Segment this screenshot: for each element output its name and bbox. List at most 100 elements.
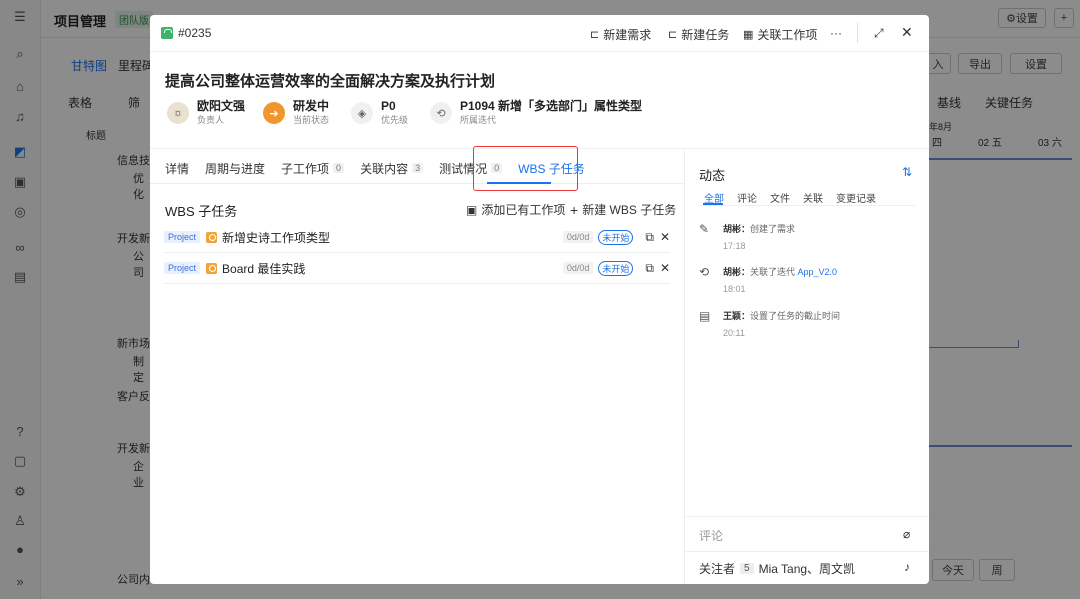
work-item-id: #0235 [161, 26, 211, 40]
assignee-field[interactable]: ☼ 欧阳文强负责人 [167, 99, 245, 127]
calendar-icon: ▤ [699, 309, 711, 323]
link-item-icon: ▦ [743, 29, 754, 41]
activity-title: 动态 [699, 168, 726, 183]
bell-icon[interactable]: ♪ [904, 560, 910, 574]
status-value: 研发中 [293, 99, 330, 113]
followers-names: Mia Tang、周文凯 [758, 562, 856, 576]
list-item[interactable]: Project 新增史诗工作项类型 0d/0d 未开始 ⧉ ✕ [164, 222, 670, 253]
followers-count: 5 [740, 563, 754, 574]
log-time: 20:11 [723, 328, 745, 338]
log-text: 关联了迭代 [750, 267, 798, 277]
log-time: 17:18 [723, 241, 746, 251]
new-requirement-button[interactable]: ⊏ 新建需求 [590, 26, 651, 43]
link-work-item-button[interactable]: ▦ 关联工作项 [743, 26, 817, 43]
activity-log-item: ✎ 胡彬：创建了需求 17:18 [699, 222, 795, 251]
tab-count: 0 [333, 163, 345, 173]
avatar: ☼ [167, 102, 189, 124]
subtab-comments[interactable]: 评论 [737, 190, 757, 205]
open-external-icon[interactable]: ⧉ [645, 230, 654, 245]
duration-badge: 0d/0d [562, 231, 594, 243]
attachment-icon[interactable]: ⌀ [903, 527, 910, 541]
comment-divider [685, 516, 929, 517]
status-label: 当前状态 [293, 115, 330, 125]
more-button[interactable]: ··· [830, 26, 842, 40]
tab-label: 周期与进度 [205, 161, 266, 176]
plus-icon: + [570, 201, 579, 218]
subtab-links[interactable]: 关联 [803, 190, 823, 205]
tab-related[interactable]: 关联内容 3 [360, 160, 424, 177]
panel-divider [684, 148, 685, 584]
work-item-id-text: #0235 [178, 26, 212, 40]
assignee-label: 负责人 [197, 115, 225, 125]
status-badge[interactable]: 未开始 [598, 229, 634, 245]
project-tag: Project [164, 231, 201, 243]
task-type-icon [206, 231, 218, 243]
tab-highlight-box [473, 146, 578, 191]
tab-sub-items[interactable]: 子工作项 0 [281, 160, 345, 177]
comment-input[interactable]: 评论 [699, 527, 723, 544]
open-external-icon[interactable]: ⧉ [645, 261, 654, 276]
iteration-label: 所属迭代 [460, 115, 497, 125]
item-name[interactable]: Board 最佳实践 [222, 260, 563, 277]
item-name[interactable]: 新增史诗工作项类型 [222, 229, 563, 246]
branch-icon: ⊏ [590, 29, 600, 41]
followers-row[interactable]: 关注者 5 Mia Tang、周文凯 [699, 560, 855, 577]
remove-icon[interactable]: ✕ [660, 230, 670, 244]
tab-count: 3 [412, 163, 424, 173]
activity-log-item: ▤ 王颖：设置了任务的截止时间 20:11 [699, 309, 840, 338]
duration-badge: 0d/0d [562, 262, 594, 274]
status-field[interactable]: ➜ 研发中 当前状态 [263, 99, 329, 127]
work-item-modal: #0235 ⊏ 新建需求 ⊏ 新建任务 ▦ 关联工作项 ··· ⤢ ✕ 提高公司整体运… [150, 15, 929, 584]
priority-icon: ◈ [351, 102, 373, 124]
subtab-files[interactable]: 文件 [770, 190, 790, 205]
link-work-item-label: 关联工作项 [757, 28, 818, 42]
app-root: ☰ ⌕ ⌂ ♫ ◩ ▣ ◎ ∞ ▤ ? ▢ ⚙ ♙ ● » 项目管理 团队版 ⚙… [0, 0, 1080, 599]
subtabs-divider [699, 205, 915, 206]
new-requirement-label: 新建需求 [603, 28, 652, 42]
edit-icon: ✎ [699, 222, 710, 236]
iteration-icon: ⟲ [699, 265, 710, 279]
clipboard-icon: ▣ [466, 202, 478, 217]
tab-cycle-progress[interactable]: 周期与进度 [205, 160, 265, 177]
priority-field[interactable]: ◈ P0 优先级 [351, 99, 408, 127]
list-item[interactable]: Project Board 最佳实践 0d/0d 未开始 ⧉ ✕ [164, 253, 670, 284]
followers-label: 关注者 [699, 562, 736, 576]
priority-value: P0 [381, 99, 396, 113]
sort-icon[interactable]: ⇅ [902, 165, 912, 179]
add-existing-label: 添加已有工作项 [481, 203, 566, 217]
iteration-value: P1094 新增「多选部门」属性类型 [460, 99, 643, 113]
expand-icon[interactable]: ⤢ [874, 26, 884, 41]
tab-label: 子工作项 [281, 161, 330, 176]
task-type-icon [206, 262, 218, 274]
new-task-button[interactable]: ⊏ 新建任务 [668, 26, 729, 43]
log-time: 18:01 [723, 284, 746, 294]
subtab-changes[interactable]: 变更记录 [836, 190, 876, 205]
new-task-label: 新建任务 [681, 28, 730, 42]
iteration-field[interactable]: ⟲ P1094 新增「多选部门」属性类型 所属迭代 [430, 99, 642, 127]
log-text: 创建了需求 [750, 224, 796, 234]
add-existing-button[interactable]: ▣ 添加已有工作项 [466, 201, 565, 218]
tab-details[interactable]: 详情 [165, 160, 189, 177]
close-icon[interactable]: ✕ [901, 24, 913, 41]
log-user: 王颖： [723, 311, 751, 321]
project-tag: Project [164, 262, 201, 274]
wbs-section-title: WBS 子任务 [165, 204, 238, 219]
tab-label: 关联内容 [360, 161, 409, 176]
branch-icon: ⊏ [668, 29, 678, 41]
log-text: 设置了任务的截止时间 [750, 311, 841, 321]
work-item-title: 提高公司整体运营效率的全面解决方案及执行计划 [165, 73, 496, 90]
header-divider [857, 23, 858, 43]
followers-divider [685, 551, 929, 552]
activity-log-item: ⟲ 胡彬：关联了迭代 App_V2.0 18:01 [699, 265, 837, 294]
new-wbs-button[interactable]: + 新建 WBS 子任务 [570, 201, 676, 218]
tabs-divider [150, 183, 684, 184]
status-badge[interactable]: 未开始 [598, 260, 634, 276]
requirement-icon [161, 27, 173, 39]
assignee-value: 欧阳文强 [197, 99, 246, 113]
remove-icon[interactable]: ✕ [660, 261, 670, 275]
tab-label: 详情 [165, 161, 190, 176]
log-user: 胡彬： [723, 267, 751, 277]
new-wbs-label: 新建 WBS 子任务 [582, 203, 677, 217]
iteration-link[interactable]: App_V2.0 [798, 267, 838, 277]
priority-label: 优先级 [381, 115, 409, 125]
